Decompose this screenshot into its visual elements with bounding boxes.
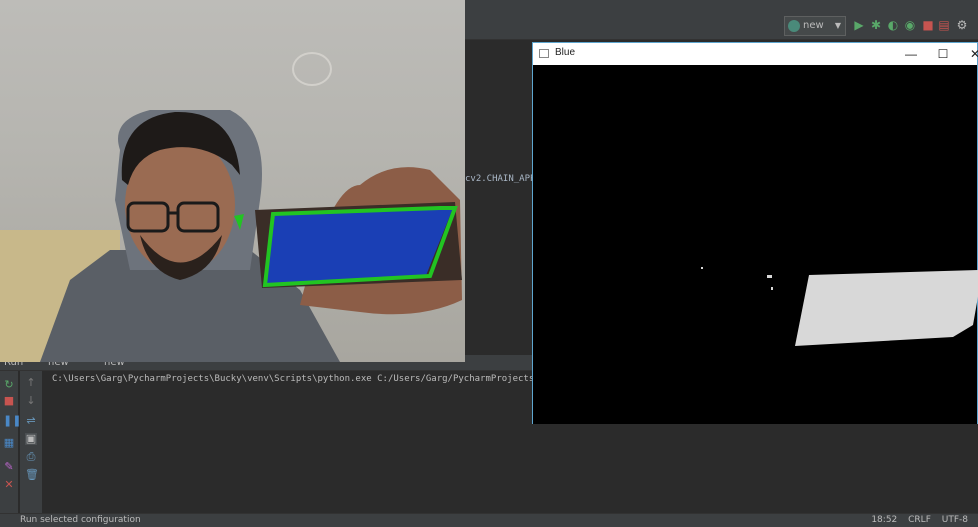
status-right: 18:52 CRLF UTF-8 xyxy=(863,514,968,527)
chevron-down-icon: ▼ xyxy=(834,21,841,30)
webcam-frame-window xyxy=(0,0,465,362)
status-message: Run selected configuration xyxy=(20,515,141,525)
ide-toolbar: new ▼ ▶ ✱ ◐ ◉ ■ ▤ ⚙ xyxy=(465,0,978,40)
caret-position[interactable]: 18:52 xyxy=(871,515,897,525)
scroll-to-end-icon[interactable]: ▣ xyxy=(25,433,37,445)
mask-noise-dot xyxy=(771,287,773,290)
profile-icon[interactable]: ◉ xyxy=(903,18,917,32)
mask-canvas xyxy=(533,65,978,424)
settings-icon[interactable]: ⚙ xyxy=(955,18,969,32)
mask-noise-small xyxy=(701,267,703,269)
mask-noise xyxy=(767,275,772,278)
minimize-button[interactable]: — xyxy=(903,46,919,62)
webcam-scene xyxy=(40,110,462,362)
coverage-icon[interactable]: ◐ xyxy=(886,18,900,32)
run-configuration-select[interactable]: new ▼ xyxy=(784,16,846,36)
close-button[interactable]: ✕ xyxy=(967,46,978,62)
blue-object xyxy=(265,208,453,284)
close-icon[interactable]: ✕ xyxy=(3,479,15,491)
mask-blob xyxy=(795,270,978,346)
maximize-button[interactable]: ☐ xyxy=(935,46,951,62)
print-icon[interactable]: ⎙ xyxy=(25,451,37,463)
window-icon xyxy=(539,49,549,58)
run-toolbar-left: ↻ ■ ❚❚ ▦ ✎ ✕ xyxy=(0,371,21,513)
build-icon[interactable]: ▤ xyxy=(937,18,951,32)
stop-icon[interactable]: ■ xyxy=(3,395,15,407)
layout-icon[interactable]: ▦ xyxy=(3,437,15,449)
pin-icon[interactable]: ✎ xyxy=(3,461,15,473)
mask-image xyxy=(701,267,978,346)
scroll-down-icon[interactable]: ↓ xyxy=(25,395,37,407)
mask-titlebar[interactable]: Blue — ☐ ✕ xyxy=(533,43,978,65)
scroll-up-icon[interactable]: ↑ xyxy=(25,377,37,389)
run-icon[interactable]: ▶ xyxy=(852,18,866,32)
python-config-icon xyxy=(788,20,800,32)
mask-window-title: Blue xyxy=(555,47,576,58)
run-toolbar-right: ↑ ↓ ⇌ ▣ ⎙ 🗑 xyxy=(20,371,42,513)
file-encoding[interactable]: UTF-8 xyxy=(942,515,968,525)
stop-icon[interactable]: ■ xyxy=(921,18,935,32)
soft-wrap-icon[interactable]: ⇌ xyxy=(25,415,37,427)
mask-window[interactable]: Blue — ☐ ✕ xyxy=(532,42,978,424)
line-separator[interactable]: CRLF xyxy=(908,515,931,525)
run-config-label: new xyxy=(803,20,824,31)
status-bar: Run selected configuration 18:52 CRLF UT… xyxy=(0,513,978,527)
console-output: C:\Users\Garg\PycharmProjects\Bucky\venv… xyxy=(52,374,532,384)
code-line: cv2.CHAIN_APPR xyxy=(465,174,535,184)
trash-icon[interactable]: 🗑 xyxy=(25,469,39,481)
pause-icon[interactable]: ❚❚ xyxy=(3,415,21,427)
rerun-icon[interactable]: ↻ xyxy=(3,379,15,391)
code-editor[interactable] xyxy=(465,40,535,355)
debug-icon[interactable]: ✱ xyxy=(869,18,883,32)
